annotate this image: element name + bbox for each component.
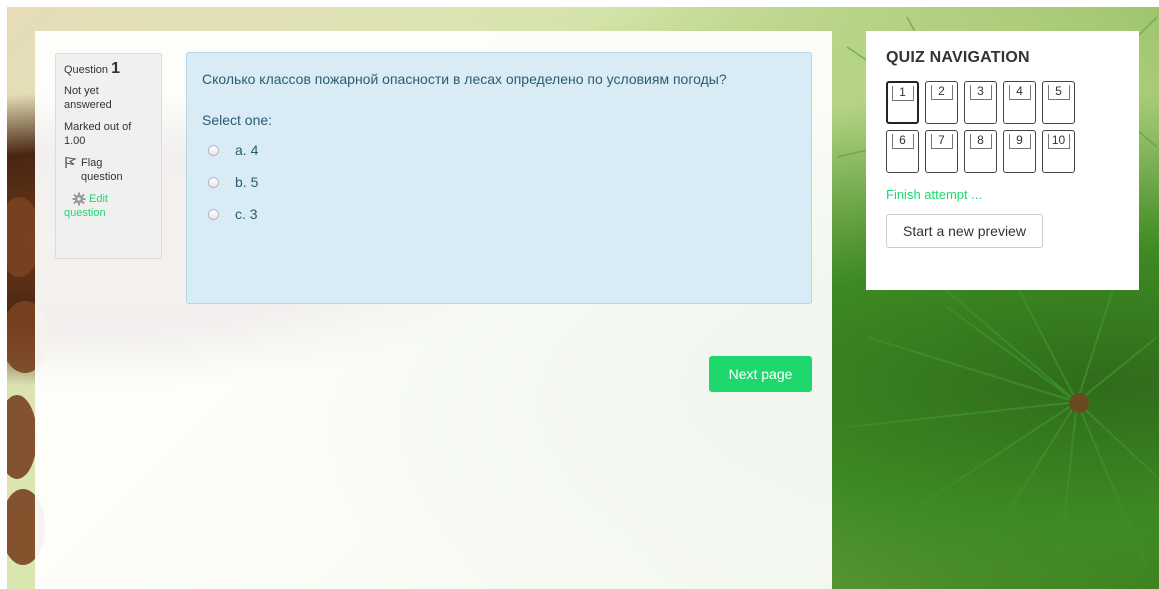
- question-label: Question: [64, 64, 109, 76]
- finish-attempt-link[interactable]: Finish attempt ...: [886, 187, 1119, 202]
- radio-button[interactable]: [208, 176, 219, 188]
- state-line-1: Not yet: [64, 85, 99, 97]
- question-info-box: Question 1 Not yet answered Marked out o…: [55, 53, 162, 259]
- start-new-preview-button[interactable]: Start a new preview: [886, 214, 1043, 248]
- nav-number: 7: [930, 134, 953, 149]
- nav-number: 1: [891, 86, 914, 101]
- radio-button[interactable]: [208, 144, 219, 156]
- quiz-navigation-title: QUIZ NAVIGATION: [886, 49, 1030, 66]
- question-nav-grid: 1 2 3 4 5 6 7 8 9 10: [886, 81, 1119, 173]
- edit-label-2: question: [64, 207, 106, 220]
- question-number-label: Question 1: [64, 60, 153, 78]
- state-line-2: answered: [64, 99, 112, 111]
- answer-label: c. 3: [235, 206, 258, 222]
- answer-option-a[interactable]: a. 4: [202, 134, 796, 166]
- grade-line-2: 1.00: [64, 135, 86, 147]
- nav-number: 8: [969, 134, 992, 149]
- question-content-box: Сколько классов пожарной опасности в лес…: [186, 52, 812, 304]
- flag-icon: [65, 156, 77, 168]
- nav-question-2[interactable]: 2: [925, 81, 958, 124]
- answer-option-b[interactable]: b. 5: [202, 166, 796, 198]
- flag-question-button[interactable]: Flag question: [64, 156, 153, 184]
- answer-label: b. 5: [235, 174, 259, 190]
- nav-question-7[interactable]: 7: [925, 130, 958, 173]
- nav-question-6[interactable]: 6: [886, 130, 919, 173]
- nav-question-5[interactable]: 5: [1042, 81, 1075, 124]
- nav-number: 5: [1047, 85, 1070, 100]
- question-number: 1: [111, 60, 120, 77]
- gear-icon: [72, 192, 86, 206]
- nav-number: 4: [1008, 85, 1031, 100]
- nav-question-3[interactable]: 3: [964, 81, 997, 124]
- select-one-prompt: Select one:: [202, 112, 273, 128]
- nav-question-8[interactable]: 8: [964, 130, 997, 173]
- grade-line-1: Marked out of: [64, 121, 132, 133]
- flag-label-2: question: [81, 171, 123, 183]
- answer-label: a. 4: [235, 142, 259, 158]
- nav-question-4[interactable]: 4: [1003, 81, 1036, 124]
- nav-number: 2: [930, 85, 953, 100]
- nav-number: 6: [891, 134, 914, 149]
- nav-question-1[interactable]: 1: [886, 81, 919, 124]
- nav-question-10[interactable]: 10: [1042, 130, 1075, 173]
- question-state: Not yet answered: [64, 84, 153, 112]
- question-text: Сколько классов пожарной опасности в лес…: [202, 71, 727, 87]
- flag-label-1: Flag: [81, 157, 103, 169]
- question-grade: Marked out of 1.00: [64, 120, 153, 148]
- nav-number: 9: [1008, 134, 1031, 149]
- quiz-navigation-panel: QUIZ NAVIGATION 1 2 3 4 5 6 7 8 9 10 Fin…: [866, 31, 1139, 290]
- next-page-button[interactable]: Next page: [709, 356, 812, 392]
- nav-number: 3: [969, 85, 992, 100]
- radio-button[interactable]: [208, 208, 219, 220]
- answer-option-c[interactable]: c. 3: [202, 198, 796, 230]
- edit-question-link[interactable]: Edit question: [64, 192, 153, 220]
- edit-label-1: Edit: [89, 193, 108, 205]
- nav-question-9[interactable]: 9: [1003, 130, 1036, 173]
- nav-number: 10: [1047, 134, 1070, 149]
